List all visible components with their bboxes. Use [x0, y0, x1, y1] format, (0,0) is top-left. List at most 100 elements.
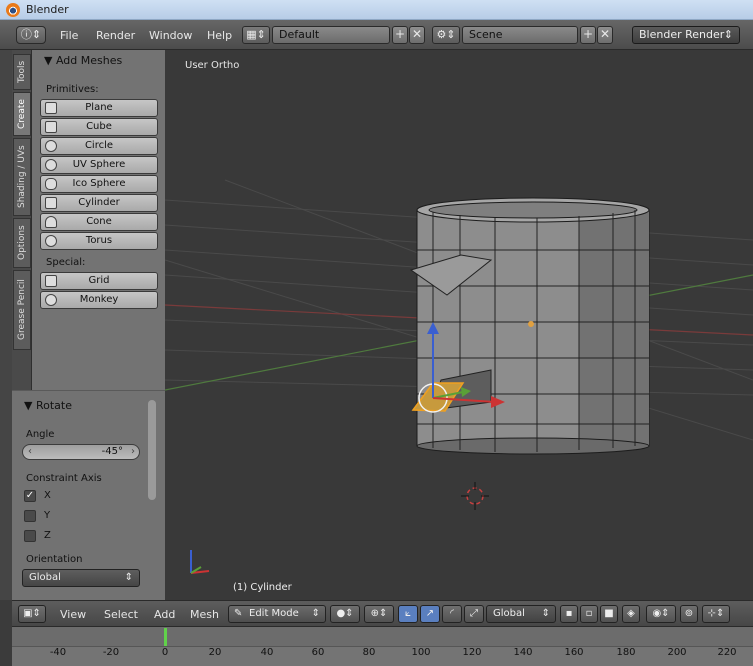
add-meshes-panel: ▼ Add Meshes Primitives: Plane Cube Circ… [32, 50, 165, 390]
grid-label: Grid [88, 275, 110, 286]
viewport-shading-button[interactable]: ●⇕ [330, 605, 360, 623]
3d-viewport[interactable]: User Ortho (1) Cylinder [165, 50, 753, 600]
mode-select[interactable]: ✎ Edit Mode ⇕ [228, 605, 326, 623]
menu-view[interactable]: View [60, 608, 86, 621]
ico-sphere-button[interactable]: Ico Sphere [40, 175, 158, 193]
timeline-tick-label: 220 [717, 647, 737, 658]
scene-icon[interactable]: ⚙⇕ [432, 26, 460, 44]
menu-window[interactable]: Window [149, 29, 192, 42]
magnet-icon: ⊚ [684, 608, 694, 619]
tab-options[interactable]: Options [13, 218, 31, 268]
menu-mesh[interactable]: Mesh [190, 608, 219, 621]
render-engine-label: Blender Render [639, 28, 725, 41]
edge-select-button[interactable]: ▫ [580, 605, 598, 623]
manipulator-toggle-button[interactable]: ⟀ [398, 605, 418, 623]
scale-manipulator-button[interactable]: ⤢ [464, 605, 484, 623]
monkey-button[interactable]: Monkey [40, 291, 158, 309]
rotate-header[interactable]: ▼ Rotate [24, 399, 72, 412]
limit-visible-icon: ◈ [627, 608, 635, 619]
operator-panel-scrollbar[interactable] [148, 400, 156, 500]
menu-help[interactable]: Help [207, 29, 232, 42]
add-screen-button[interactable]: + [392, 26, 408, 44]
screen-layout-icon[interactable]: ▦⇕ [242, 26, 270, 44]
uv-sphere-label: UV Sphere [72, 159, 126, 170]
tab-create[interactable]: Create [13, 92, 31, 136]
transform-orientation-select[interactable]: Global ⇕ [486, 605, 556, 623]
axis-y-checkbox[interactable] [24, 510, 36, 522]
axis-y-label: Y [44, 510, 51, 521]
tab-shading-uvs[interactable]: Shading / UVs [13, 138, 31, 216]
scale-icon: ⤢ [470, 608, 478, 619]
timeline-tick-label: 180 [616, 647, 636, 658]
transform-orientation-label: Global [493, 608, 525, 619]
plane-button[interactable]: Plane [40, 99, 158, 117]
origin-dot [528, 321, 534, 327]
current-frame-cursor[interactable] [164, 628, 167, 646]
shading-sphere-icon: ● [336, 608, 346, 619]
scene-field[interactable]: Scene [462, 26, 578, 44]
vertex-select-icon: ▪ [565, 608, 573, 619]
cone-button[interactable]: Cone [40, 213, 158, 231]
plane-label: Plane [85, 102, 113, 113]
tab-grease-pencil[interactable]: Grease Pencil [13, 270, 31, 350]
axis-x-checkbox[interactable]: ✓ [24, 490, 36, 502]
face-select-button[interactable]: ■ [600, 605, 618, 623]
cube-button[interactable]: Cube [40, 118, 158, 136]
rotate-manipulator-button[interactable]: ◜ [442, 605, 462, 623]
editor-type-button[interactable]: ⓘ⇕ [16, 26, 46, 44]
screen-layout-field[interactable]: Default [272, 26, 390, 44]
torus-label: Torus [85, 235, 113, 246]
add-scene-button[interactable]: + [580, 26, 596, 44]
menu-file[interactable]: File [60, 29, 78, 42]
cylinder-button[interactable]: Cylinder [40, 194, 158, 212]
snap-element-button[interactable]: ⊹⇕ [702, 605, 730, 623]
menu-select[interactable]: Select [104, 608, 138, 621]
increment-arrow-icon[interactable]: › [131, 445, 135, 459]
editor-type-cube-button[interactable]: ▣⇕ [18, 605, 46, 623]
delete-screen-button[interactable]: ✕ [409, 26, 425, 44]
angle-label: Angle [26, 429, 55, 440]
left-edge-strip [0, 50, 12, 600]
translate-manipulator-button[interactable]: ↗ [420, 605, 440, 623]
cube-icon: ▣ [23, 608, 33, 619]
info-header: ⓘ⇕ File Render Window Help ▦⇕ Default + … [0, 20, 753, 50]
pivot-point-button[interactable]: ⊕⇕ [364, 605, 394, 623]
orientation-select[interactable]: Global ⇕ [22, 569, 140, 587]
timeline-editor[interactable]: -40 -20 0 20 40 60 80 100 120 140 160 18… [12, 626, 753, 666]
add-meshes-header[interactable]: ▼ Add Meshes [44, 54, 122, 67]
circle-button[interactable]: Circle [40, 137, 158, 155]
primitives-label: Primitives: [46, 84, 99, 95]
grid-icon [45, 275, 57, 287]
dropdown-arrows-icon: ⇕ [311, 608, 320, 619]
axis-z-label: Z [44, 530, 51, 541]
torus-icon [45, 235, 57, 247]
timeline-track[interactable] [12, 627, 753, 647]
snap-toggle-button[interactable]: ⊚ [680, 605, 698, 623]
3d-cursor-icon[interactable] [461, 482, 489, 510]
grid-button[interactable]: Grid [40, 272, 158, 290]
info-icon: ⓘ [20, 28, 32, 41]
window-titlebar: Blender [0, 0, 753, 20]
menu-add[interactable]: Add [154, 608, 175, 621]
vertex-select-button[interactable]: ▪ [560, 605, 578, 623]
menu-render[interactable]: Render [96, 29, 135, 42]
proportional-editing-button[interactable]: ◉⇕ [646, 605, 676, 623]
viewport-scene [165, 179, 753, 574]
decrement-arrow-icon[interactable]: ‹ [28, 445, 32, 459]
limit-selection-button[interactable]: ◈ [622, 605, 640, 623]
uv-sphere-button[interactable]: UV Sphere [40, 156, 158, 174]
manipulator-icon: ⟀ [405, 608, 411, 619]
window-title: Blender [26, 3, 69, 16]
delete-scene-button[interactable]: ✕ [597, 26, 613, 44]
cube-icon [45, 121, 57, 133]
angle-field[interactable]: ‹ -45° › [22, 444, 140, 460]
uv-sphere-icon [45, 159, 57, 171]
cube-label: Cube [86, 121, 112, 132]
tab-tools[interactable]: Tools [13, 54, 31, 90]
axis-z-checkbox[interactable] [24, 530, 36, 542]
rotate-operator-panel: ▼ Rotate Angle ‹ -45° › Constraint Axis … [12, 390, 165, 600]
torus-button[interactable]: Torus [40, 232, 158, 250]
dropdown-arrows-icon: ⇕ [541, 608, 550, 619]
render-engine-select[interactable]: Blender Render ⇕ [632, 26, 740, 44]
edge-select-icon: ▫ [585, 608, 593, 619]
